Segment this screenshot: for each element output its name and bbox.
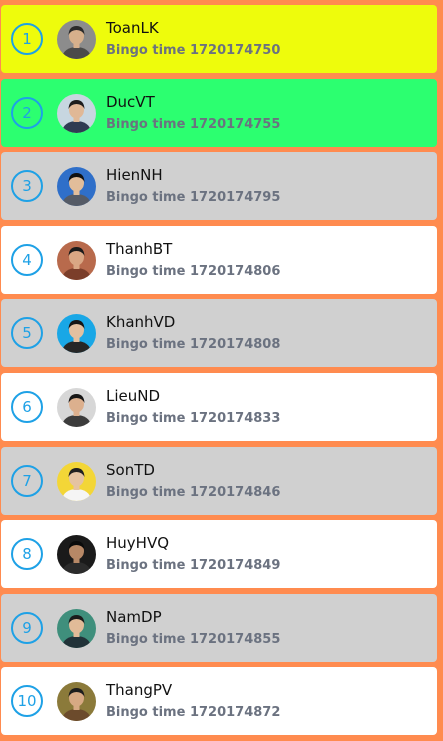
user-avatar-icon [57,314,96,354]
bingo-time: Bingo time 1720174750 [106,43,281,58]
user-avatar-icon [57,167,96,207]
user-avatar-icon [57,20,96,59]
rank-badge: 7 [11,464,43,497]
leaderboard-row[interactable]: 6 LieuND Bingo time 1720174833 [1,372,437,441]
rank-badge: 4 [11,243,43,276]
leaderboard-row[interactable]: 5 KhanhVD Bingo time 1720174808 [1,299,437,368]
player-name: KhanhVD [106,313,176,332]
bingo-time: Bingo time 1720174872 [106,705,281,721]
user-avatar-icon [57,461,96,501]
bingo-time: Bingo time 1720174846 [106,484,281,500]
bingo-time: Bingo time 1720174855 [106,631,281,647]
bingo-time: Bingo time 1720174808 [106,337,281,353]
player-name: HuyHVQ [106,534,170,553]
rank-badge: 10 [11,685,43,718]
rank-badge: 1 [11,23,43,55]
leaderboard-row[interactable]: 10 ThangPV Bingo time 1720174872 [1,667,437,736]
player-name: ToanLK [106,19,159,37]
leaderboard-row[interactable]: 2 DucVT Bingo time 1720174755 [1,78,437,147]
leaderboard-row[interactable]: 3 HienNH Bingo time 1720174795 [1,152,437,221]
leaderboard-row[interactable]: 4 ThanhBT Bingo time 1720174806 [1,225,437,294]
bingo-time: Bingo time 1720174833 [106,410,281,426]
bingo-time: Bingo time 1720174849 [106,558,281,574]
player-name: SonTD [106,460,155,479]
rank-badge: 6 [11,390,43,423]
bingo-time: Bingo time 1720174795 [106,190,281,206]
leaderboard-row[interactable]: 1 ToanLK Bingo time 1720174750 [1,5,437,73]
player-name: HienNH [106,166,163,185]
player-name: DucVT [106,92,155,111]
user-avatar-icon [57,535,96,575]
user-avatar-icon [57,387,96,427]
player-name: NamDP [106,607,162,626]
leaderboard-list: 1 ToanLK Bingo time 1720174750 2 DucVT Bingo … [0,5,437,741]
leaderboard-row[interactable]: 8 HuyHVQ Bingo time 1720174849 [1,520,437,589]
player-name: ThangPV [106,681,173,700]
leaderboard-row[interactable]: 9 NamDP Bingo time 1720174855 [1,593,437,662]
user-avatar-icon [57,682,96,722]
user-avatar-icon [57,240,96,280]
rank-badge: 2 [11,96,43,129]
bingo-time: Bingo time 1720174755 [106,116,281,132]
player-name: ThanhBT [106,239,173,258]
bingo-time: Bingo time 1720174806 [106,263,281,279]
rank-badge: 5 [11,317,43,350]
rank-badge: 8 [11,538,43,571]
rank-badge: 9 [11,611,43,644]
leaderboard-row[interactable]: 7 SonTD Bingo time 1720174846 [1,446,437,515]
rank-badge: 3 [11,170,43,203]
user-avatar-icon [57,93,96,133]
user-avatar-icon [57,608,96,648]
player-name: LieuND [106,386,161,405]
